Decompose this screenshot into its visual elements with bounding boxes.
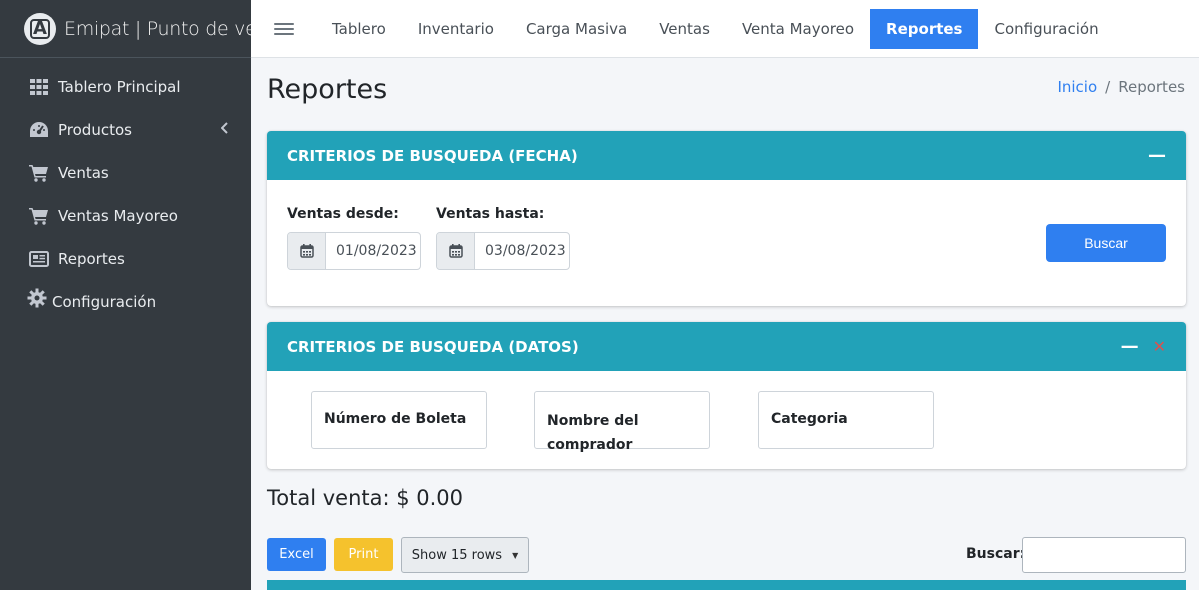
- breadcrumb-home-link[interactable]: Inicio: [1057, 78, 1097, 96]
- calendar-icon: [288, 233, 326, 269]
- table-header: [267, 580, 1186, 590]
- sidebar-item-label: Productos: [58, 120, 132, 139]
- brand-logo-icon: A: [24, 12, 56, 45]
- breadcrumb: Inicio / Reportes: [1057, 78, 1185, 96]
- sidebar-item-label: Reportes: [58, 249, 125, 268]
- sidebar-item-label: Ventas: [58, 163, 109, 182]
- sidebar-item-label: Configuración: [52, 292, 157, 311]
- sidebar-item-configuracion[interactable]: Configuración: [0, 280, 251, 323]
- sidebar: A Emipat | Punto de venta Tablero Princi…: [0, 0, 251, 590]
- brand-link[interactable]: A Emipat | Punto de venta: [0, 0, 251, 58]
- to-date-field[interactable]: 03/08/2023: [475, 233, 569, 269]
- buscar-button[interactable]: Buscar: [1046, 224, 1166, 262]
- close-icon[interactable]: ✕: [1153, 338, 1166, 355]
- sidebar-item-ventas[interactable]: Ventas: [0, 151, 251, 194]
- category-field[interactable]: Categoria: [758, 391, 934, 449]
- grid-icon: [28, 77, 50, 97]
- tab-carga-masiva[interactable]: Carga Masiva: [510, 9, 643, 49]
- page-title: Reportes: [267, 74, 388, 105]
- menu-toggle-icon[interactable]: [274, 22, 294, 35]
- breadcrumb-separator: /: [1105, 78, 1111, 96]
- collapse-icon[interactable]: —: [1121, 337, 1139, 356]
- print-button[interactable]: Print: [334, 538, 393, 571]
- tab-inventario[interactable]: Inventario: [402, 9, 510, 49]
- tab-tablero[interactable]: Tablero: [316, 9, 402, 49]
- sidebar-item-tablero-principal[interactable]: Tablero Principal: [0, 65, 251, 108]
- card-header: CRITERIOS DE BUSQUEDA (FECHA) —: [267, 131, 1186, 180]
- collapse-icon[interactable]: —: [1148, 146, 1166, 165]
- excel-button[interactable]: Excel: [267, 538, 326, 571]
- sidebar-nav: Tablero Principal Productos Ventas Venta…: [0, 58, 251, 323]
- from-date-field[interactable]: 01/08/2023: [326, 233, 420, 269]
- from-date-input-group[interactable]: 01/08/2023: [287, 232, 421, 270]
- newspaper-icon: [28, 249, 50, 269]
- total-sales: Total venta: $ 0.00: [267, 486, 464, 510]
- cart-icon: [28, 206, 50, 226]
- from-date-label: Ventas desde:: [287, 206, 399, 222]
- main-content: Reportes Inicio / Reportes CRITERIOS DE BU…: [251, 58, 1199, 590]
- table-search-input[interactable]: [1022, 537, 1186, 573]
- to-date-input-group[interactable]: 03/08/2023: [436, 232, 570, 270]
- tab-venta-mayoreo[interactable]: Venta Mayoreo: [726, 9, 870, 49]
- rows-per-page-label: Show 15 rows: [411, 547, 503, 563]
- tab-reportes[interactable]: Reportes: [870, 8, 979, 49]
- top-navbar: Tablero Inventario Carga Masiva Ventas V…: [251, 0, 1199, 58]
- tab-configuracion[interactable]: Configuración: [978, 9, 1114, 49]
- tab-ventas[interactable]: Ventas: [643, 9, 726, 49]
- to-date-label: Ventas hasta:: [436, 206, 545, 222]
- buyer-name-field[interactable]: Nombre del comprador: [534, 391, 710, 453]
- dashboard-icon: [28, 120, 50, 140]
- breadcrumb-current: Reportes: [1118, 78, 1185, 96]
- date-criteria-card: CRITERIOS DE BUSQUEDA (FECHA) — Ventas d…: [267, 131, 1186, 306]
- table-search-label: Buscar:: [966, 546, 1026, 562]
- boleta-number-field[interactable]: Número de Boleta: [311, 391, 487, 449]
- card-title: CRITERIOS DE BUSQUEDA (DATOS): [287, 337, 579, 356]
- brand-name: Emipat | Punto de venta: [64, 17, 251, 40]
- data-criteria-card: CRITERIOS DE BUSQUEDA (DATOS) — ✕ Número…: [267, 322, 1186, 469]
- sidebar-item-label: Tablero Principal: [58, 77, 181, 96]
- sidebar-item-productos[interactable]: Productos: [0, 108, 251, 151]
- rows-per-page-dropdown[interactable]: Show 15 rows ▼: [401, 537, 529, 573]
- cart-icon: [28, 163, 50, 183]
- card-title: CRITERIOS DE BUSQUEDA (FECHA): [287, 146, 578, 165]
- gear-icon: [26, 288, 48, 308]
- caret-down-icon: ▼: [512, 550, 519, 560]
- calendar-icon: [437, 233, 475, 269]
- card-header: CRITERIOS DE BUSQUEDA (DATOS) — ✕: [267, 322, 1186, 371]
- sidebar-item-ventas-mayoreo[interactable]: Ventas Mayoreo: [0, 194, 251, 237]
- sidebar-item-label: Ventas Mayoreo: [58, 206, 178, 225]
- sidebar-item-reportes[interactable]: Reportes: [0, 237, 251, 280]
- chevron-left-icon: [220, 121, 229, 138]
